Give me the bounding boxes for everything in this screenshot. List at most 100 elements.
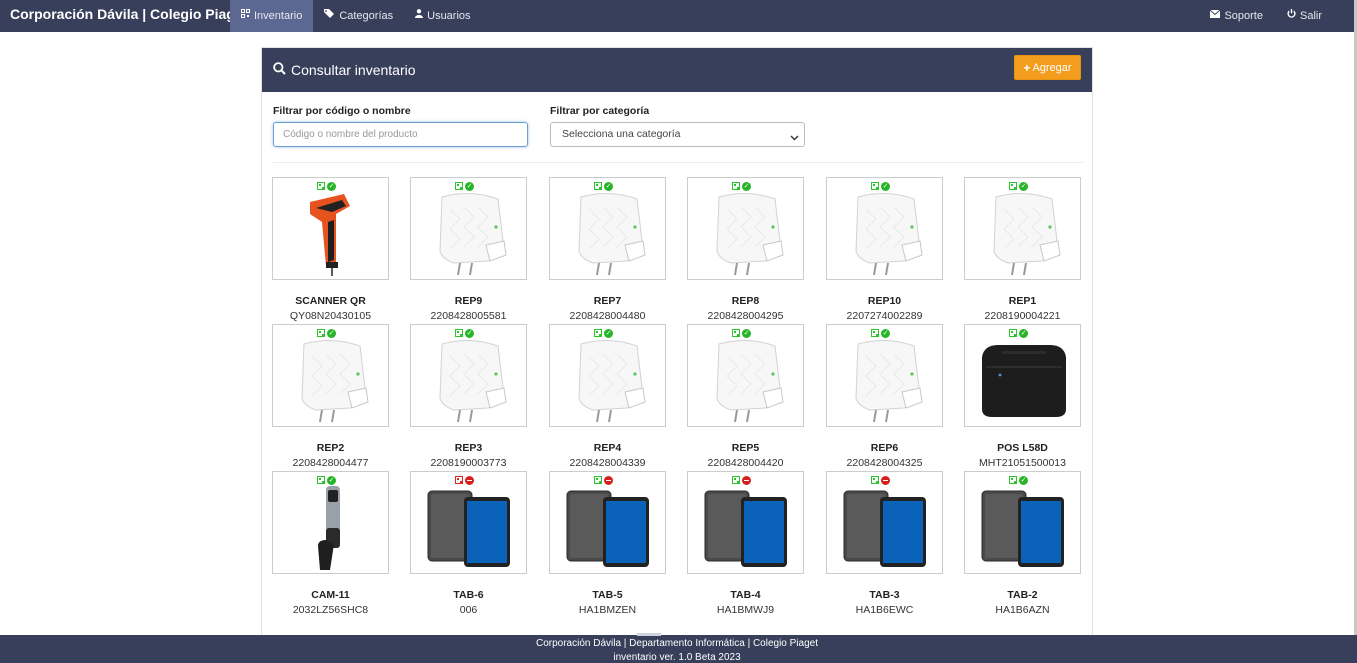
nav-inventario[interactable]: Inventario xyxy=(230,0,314,32)
product-code: 2208428004480 xyxy=(569,310,646,322)
product-name: REP8 xyxy=(731,295,760,307)
qr-status-icon xyxy=(455,182,463,190)
product-name: CAM-11 xyxy=(311,589,350,601)
product-card[interactable]: ✓ REP10 2207274002289 xyxy=(826,177,943,324)
category-select[interactable]: Selecciona una categoría xyxy=(550,122,805,147)
product-thumbnail[interactable]: ✓ xyxy=(549,324,666,427)
wifi-repeater-image xyxy=(827,337,942,425)
product-thumbnail[interactable]: ✓ xyxy=(272,324,389,427)
product-card[interactable]: ✓ REP2 2208428004477 xyxy=(272,324,389,471)
panel-title: Consultar inventario xyxy=(273,62,416,78)
product-code: 2207274002289 xyxy=(846,310,923,322)
product-thumbnail[interactable]: ✓ xyxy=(826,177,943,280)
qr-status-icon xyxy=(732,476,740,484)
divider xyxy=(273,162,1083,163)
panel-header: Consultar inventario + Agregar xyxy=(262,48,1092,92)
wifi-repeater-image xyxy=(411,337,526,425)
product-thumbnail[interactable]: ✓ xyxy=(272,177,389,280)
qr-status-icon xyxy=(594,182,602,190)
product-card[interactable]: TAB-5 HA1BMZEN xyxy=(549,471,666,618)
product-name: REP6 xyxy=(870,442,899,454)
product-thumbnail[interactable]: ✓ xyxy=(272,471,389,574)
qr-status-icon xyxy=(871,182,879,190)
product-thumbnail[interactable] xyxy=(549,471,666,574)
product-card[interactable]: ✓ SCANNER QR QY08N20430105 xyxy=(272,177,389,324)
product-card[interactable]: ✓ REP3 2208190003773 xyxy=(410,324,527,471)
product-thumbnail[interactable]: ✓ xyxy=(687,324,804,427)
product-card[interactable]: ✓ REP8 2208428004295 xyxy=(687,177,804,324)
product-card[interactable]: TAB-6 006 xyxy=(410,471,527,618)
nav-salir[interactable]: Salir xyxy=(1276,0,1333,32)
product-name: REP9 xyxy=(454,295,483,307)
product-thumbnail[interactable]: ✓ xyxy=(964,471,1081,574)
product-code: HA1B6AZN xyxy=(995,604,1050,616)
product-card[interactable]: TAB-3 HA1B6EWC xyxy=(826,471,943,618)
tablet-image xyxy=(550,484,665,572)
footer-tab xyxy=(637,633,661,636)
product-thumbnail[interactable]: ✓ xyxy=(826,324,943,427)
main-nav: Inventario Categorías Usuarios xyxy=(230,0,482,32)
product-card[interactable]: ✓ REP9 2208428005581 xyxy=(410,177,527,324)
product-name: REP10 xyxy=(867,295,902,307)
product-thumbnail[interactable]: ✓ xyxy=(410,324,527,427)
product-card[interactable]: ✓ REP1 2208190004221 xyxy=(964,177,1081,324)
panel-title-text: Consultar inventario xyxy=(291,62,416,78)
nav-label: Usuarios xyxy=(427,10,471,22)
qr-status-icon xyxy=(871,329,879,337)
qr-status-icon xyxy=(317,476,325,484)
product-card[interactable]: ✓ POS L58D MHT21051500013 xyxy=(964,324,1081,471)
product-code: 2208428004295 xyxy=(707,310,784,322)
product-name: REP3 xyxy=(454,442,483,454)
qr-status-icon xyxy=(594,476,602,484)
product-thumbnail[interactable]: ✓ xyxy=(549,177,666,280)
product-thumbnail[interactable]: ✓ xyxy=(687,177,804,280)
footer-line-2: inventario ver. 1.0 Beta 2023 xyxy=(613,652,741,663)
product-card[interactable]: ✓ TAB-2 HA1B6AZN xyxy=(964,471,1081,618)
search-icon xyxy=(273,62,286,78)
product-name: REP4 xyxy=(593,442,622,454)
qr-status-icon xyxy=(1009,329,1017,337)
nav-categorias[interactable]: Categorías xyxy=(313,0,404,32)
product-card[interactable]: TAB-4 HA1BMWJ9 xyxy=(687,471,804,618)
nav-label: Categorías xyxy=(339,10,394,22)
category-select-value: Selecciona una categoría xyxy=(562,128,681,140)
product-name: REP1 xyxy=(1008,295,1037,307)
category-filter-label: Filtrar por categoría xyxy=(550,105,650,117)
product-thumbnail[interactable] xyxy=(410,471,527,574)
qr-status-icon xyxy=(317,182,325,190)
filters: Filtrar por código o nombre Código o nom… xyxy=(273,105,1083,165)
nav-usuarios[interactable]: Usuarios xyxy=(404,0,481,32)
product-code: 2208428004339 xyxy=(569,457,646,469)
product-thumbnail[interactable]: ✓ xyxy=(964,324,1081,427)
code-filter-input[interactable]: Código o nombre del producto xyxy=(273,122,528,147)
add-button[interactable]: + Agregar xyxy=(1014,55,1081,80)
product-code: 2208428005581 xyxy=(430,310,507,322)
product-card[interactable]: ✓ REP7 2208428004480 xyxy=(549,177,666,324)
chevron-down-icon xyxy=(790,128,799,151)
wifi-repeater-image xyxy=(688,190,803,278)
product-code: HA1BMWJ9 xyxy=(716,604,775,616)
product-thumbnail[interactable] xyxy=(687,471,804,574)
product-card[interactable]: ✓ CAM-11 2032LZ56SHC8 xyxy=(272,471,389,618)
wifi-repeater-image xyxy=(411,190,526,278)
nav-soporte[interactable]: Soporte xyxy=(1199,0,1274,32)
power-icon xyxy=(1287,2,1296,30)
product-thumbnail[interactable] xyxy=(826,471,943,574)
wifi-repeater-image xyxy=(273,337,388,425)
qr-status-icon xyxy=(871,476,879,484)
tablet-image xyxy=(688,484,803,572)
product-card[interactable]: ✓ REP4 2208428004339 xyxy=(549,324,666,471)
nav-label: Soporte xyxy=(1224,10,1263,22)
product-card[interactable]: ✓ REP5 2208428004420 xyxy=(687,324,804,471)
nav-label: Inventario xyxy=(254,10,303,22)
product-name: REP5 xyxy=(731,442,760,454)
product-thumbnail[interactable]: ✓ xyxy=(410,177,527,280)
qr-status-icon xyxy=(1009,182,1017,190)
product-code: 2208428004325 xyxy=(846,457,923,469)
product-thumbnail[interactable]: ✓ xyxy=(964,177,1081,280)
product-name: TAB-3 xyxy=(869,589,900,601)
product-code: 2208428004477 xyxy=(292,457,369,469)
wifi-repeater-image xyxy=(965,190,1080,278)
brand-title[interactable]: Corporación Dávila | Colegio Piaget xyxy=(10,0,247,32)
product-card[interactable]: ✓ REP6 2208428004325 xyxy=(826,324,943,471)
